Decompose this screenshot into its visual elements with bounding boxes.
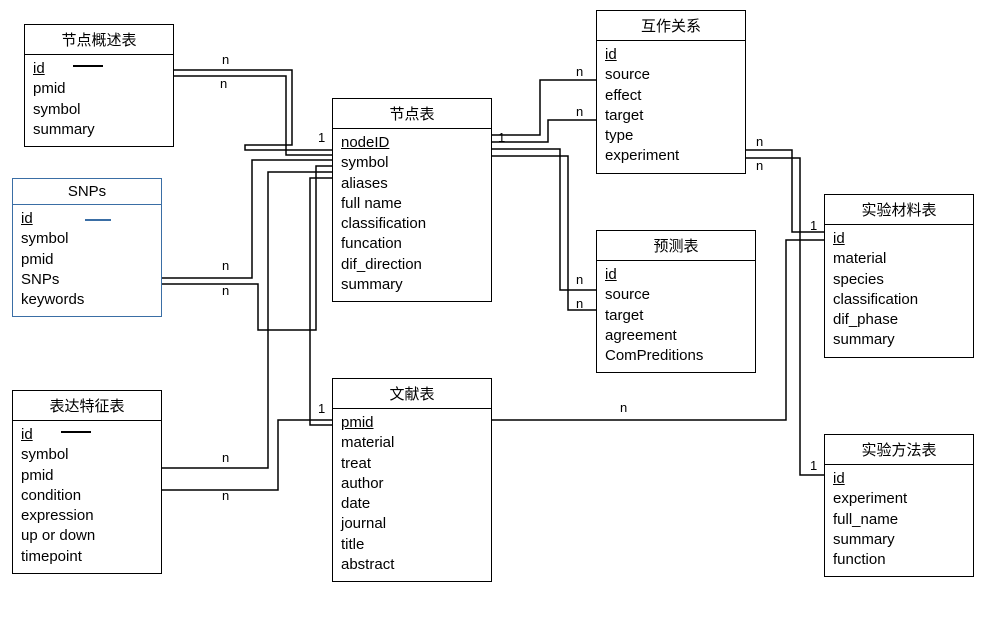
field: up or down: [21, 526, 153, 546]
card-n: n: [756, 158, 763, 173]
card-n: n: [222, 488, 229, 503]
field: classification: [833, 290, 965, 310]
field: symbol: [21, 229, 153, 249]
field: effect: [605, 86, 737, 106]
table-prediction: 预测表 id source target agreement ComPredit…: [596, 230, 756, 373]
card-n: n: [576, 64, 583, 79]
table-expression-feature: 表达特征表 id symbol pmid condition expressio…: [12, 390, 162, 574]
field: ComPreditions: [605, 346, 747, 366]
card-n: n: [222, 258, 229, 273]
field: expression: [21, 506, 153, 526]
table-literature: 文献表 pmid material treat author date jour…: [332, 378, 492, 582]
card-n: n: [620, 400, 627, 415]
field-pk: id: [833, 469, 965, 489]
field-pk: id: [833, 229, 965, 249]
card-n: n: [222, 52, 229, 67]
table-body: id source effect target type experiment: [597, 41, 745, 173]
card-1: 1: [318, 401, 325, 416]
field: pmid: [21, 466, 153, 486]
field: pmid: [21, 250, 153, 270]
field: full_name: [833, 510, 965, 530]
field-pk: pmid: [341, 413, 483, 433]
table-body: id symbol pmid condition expression up o…: [13, 421, 161, 573]
field: summary: [833, 530, 965, 550]
field: material: [341, 433, 483, 453]
table-title: 节点概述表: [25, 25, 173, 55]
field: experiment: [833, 489, 965, 509]
table-body: id symbol pmid SNPs keywords: [13, 205, 161, 316]
table-title: 表达特征表: [13, 391, 161, 421]
field: material: [833, 249, 965, 269]
field-pk: id: [605, 265, 747, 285]
field: full name: [341, 194, 483, 214]
field: classification: [341, 214, 483, 234]
field: keywords: [21, 290, 153, 310]
field: author: [341, 474, 483, 494]
table-title: 文献表: [333, 379, 491, 409]
field: condition: [21, 486, 153, 506]
field: source: [605, 65, 737, 85]
field: summary: [341, 275, 483, 295]
table-method: 实验方法表 id experiment full_name summary fu…: [824, 434, 974, 577]
table-node: 节点表 nodeID symbol aliases full name clas…: [332, 98, 492, 302]
field: date: [341, 494, 483, 514]
field: type: [605, 126, 737, 146]
field: experiment: [605, 146, 737, 166]
field: aliases: [341, 174, 483, 194]
card-1: 1: [498, 130, 505, 145]
field: dif_direction: [341, 255, 483, 275]
table-title: 实验方法表: [825, 435, 973, 465]
field: symbol: [21, 445, 153, 465]
card-1: 1: [810, 458, 817, 473]
field: timepoint: [21, 547, 153, 567]
field: source: [605, 285, 747, 305]
field-pk: id: [605, 45, 737, 65]
table-node-summary: 节点概述表 id pmid symbol summary: [24, 24, 174, 147]
card-n: n: [756, 134, 763, 149]
table-snps: SNPs id symbol pmid SNPs keywords: [12, 178, 162, 317]
field: journal: [341, 514, 483, 534]
field: SNPs: [21, 270, 153, 290]
table-body: id material species classification dif_p…: [825, 225, 973, 357]
card-n: n: [220, 76, 227, 91]
field: treat: [341, 454, 483, 474]
field-pk: nodeID: [341, 133, 483, 153]
field: agreement: [605, 326, 747, 346]
card-n: n: [576, 104, 583, 119]
field: pmid: [33, 79, 165, 99]
field: abstract: [341, 555, 483, 575]
field: species: [833, 270, 965, 290]
table-title: 节点表: [333, 99, 491, 129]
card-n: n: [576, 296, 583, 311]
field: symbol: [33, 100, 165, 120]
table-title: 预测表: [597, 231, 755, 261]
table-body: id experiment full_name summary function: [825, 465, 973, 576]
table-title: SNPs: [13, 179, 161, 205]
field: target: [605, 306, 747, 326]
table-body: id source target agreement ComPreditions: [597, 261, 755, 372]
table-body: nodeID symbol aliases full name classifi…: [333, 129, 491, 301]
card-n: n: [222, 283, 229, 298]
field: title: [341, 535, 483, 555]
field-pk: id: [33, 59, 165, 79]
field: summary: [833, 330, 965, 350]
field: dif_phase: [833, 310, 965, 330]
table-title: 实验材料表: [825, 195, 973, 225]
table-interaction: 互作关系 id source effect target type experi…: [596, 10, 746, 174]
card-n: n: [576, 272, 583, 287]
field: target: [605, 106, 737, 126]
table-title: 互作关系: [597, 11, 745, 41]
table-material: 实验材料表 id material species classification…: [824, 194, 974, 358]
table-body: pmid material treat author date journal …: [333, 409, 491, 581]
table-body: id pmid symbol summary: [25, 55, 173, 146]
card-n: n: [222, 450, 229, 465]
field: summary: [33, 120, 165, 140]
field: symbol: [341, 153, 483, 173]
field: funcation: [341, 234, 483, 254]
field-pk: id: [21, 425, 153, 445]
card-1: 1: [318, 130, 325, 145]
field: function: [833, 550, 965, 570]
card-1: 1: [810, 218, 817, 233]
